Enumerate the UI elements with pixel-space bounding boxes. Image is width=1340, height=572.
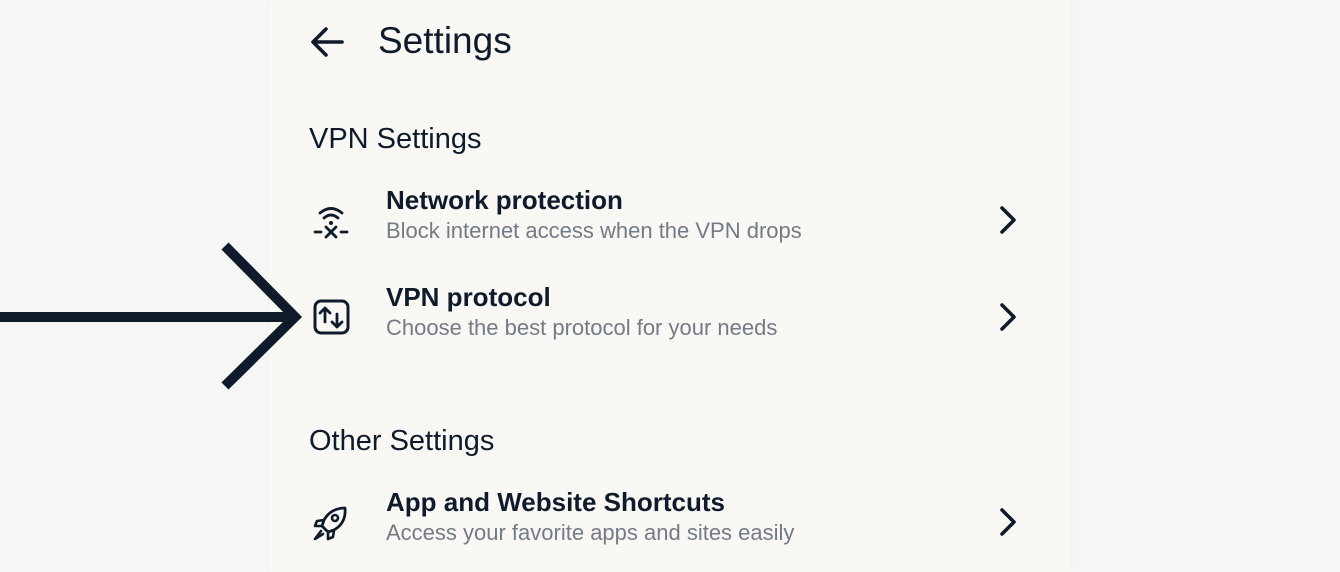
chevron-right-icon <box>993 299 1023 335</box>
section-title-other-settings: Other Settings <box>309 425 495 457</box>
settings-item-subtitle: Access your favorite apps and sites easi… <box>386 520 795 545</box>
settings-item-label: App and Website Shortcuts <box>386 487 725 517</box>
section-title-vpn-settings: VPN Settings <box>309 123 482 155</box>
arrow-left-icon <box>311 27 344 57</box>
settings-item-subtitle: Block internet access when the VPN drops <box>386 218 802 243</box>
settings-item-label: Network protection <box>386 185 623 215</box>
network-protection-icon <box>309 199 353 243</box>
annotation-arrow-icon <box>0 240 305 390</box>
settings-item-app-and-website-shortcuts[interactable]: App and Website Shortcuts Access your fa… <box>289 482 1049 564</box>
back-button[interactable] <box>308 22 346 62</box>
chevron-right-icon <box>993 504 1023 540</box>
page-title: Settings <box>378 20 512 61</box>
rocket-icon <box>309 501 353 545</box>
chevron-right-icon <box>993 202 1023 238</box>
settings-item-subtitle: Choose the best protocol for your needs <box>386 315 778 340</box>
settings-panel: Settings VPN Settings Network protection… <box>269 0 1071 572</box>
vpn-protocol-icon <box>309 296 353 340</box>
settings-item-network-protection[interactable]: Network protection Block internet access… <box>289 180 1049 262</box>
settings-item-label: VPN protocol <box>386 282 551 312</box>
settings-item-vpn-protocol[interactable]: VPN protocol Choose the best protocol fo… <box>289 277 1049 359</box>
